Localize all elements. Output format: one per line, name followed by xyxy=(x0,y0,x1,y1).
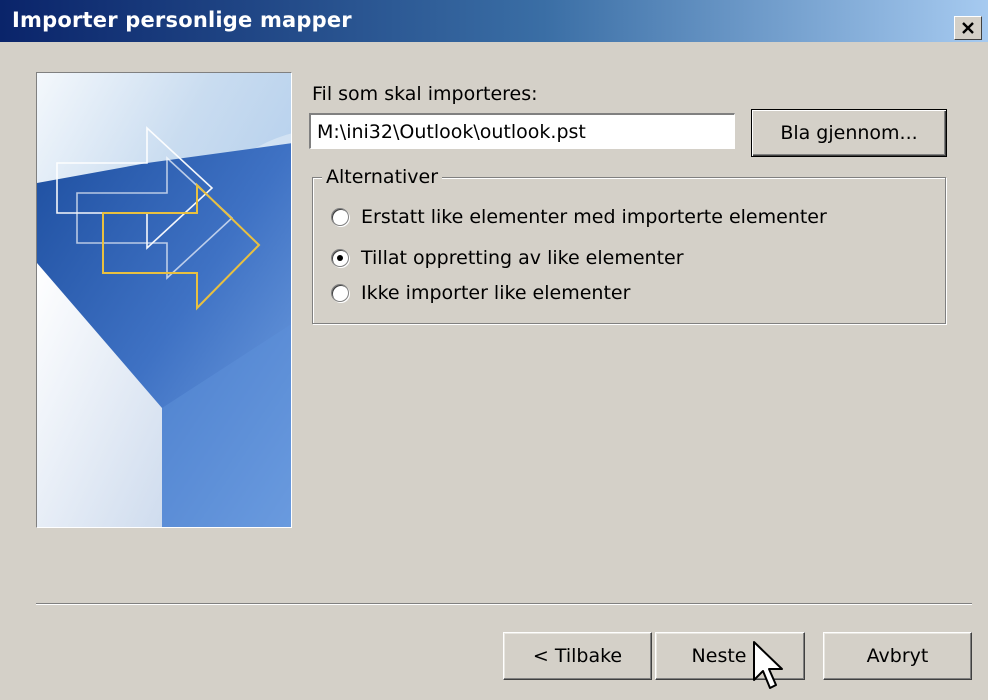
options-legend: Alternativer xyxy=(322,166,443,188)
footer-separator xyxy=(36,603,972,605)
radio-button[interactable] xyxy=(331,249,349,267)
radio-label: Ikke importer like elementer xyxy=(361,282,631,304)
cancel-button[interactable]: Avbryt xyxy=(823,632,972,680)
close-button[interactable] xyxy=(954,16,982,40)
back-button[interactable]: < Tilbake xyxy=(503,632,652,680)
wizard-banner-image xyxy=(36,72,292,528)
close-icon xyxy=(962,22,974,34)
radio-label: Tillat oppretting av like elementer xyxy=(361,247,684,269)
radio-option-allow-duplicates[interactable]: Tillat oppretting av like elementer xyxy=(331,247,684,269)
radio-button[interactable] xyxy=(331,284,349,302)
mouse-cursor-icon xyxy=(753,641,783,689)
file-to-import-label: Fil som skal importeres: xyxy=(312,83,538,105)
import-arrows-banner xyxy=(37,73,291,527)
radio-option-no-duplicates[interactable]: Ikke importer like elementer xyxy=(331,282,630,304)
radio-option-replace[interactable]: Erstatt like elementer med importerte el… xyxy=(331,206,827,228)
window-title: Importer personlige mapper xyxy=(12,8,352,32)
browse-button[interactable]: Bla gjennom... xyxy=(751,109,947,157)
radio-label: Erstatt like elementer med importerte el… xyxy=(361,206,827,228)
title-bar: Importer personlige mapper xyxy=(0,0,988,42)
file-path-input[interactable] xyxy=(309,113,735,149)
radio-button[interactable] xyxy=(331,208,349,226)
